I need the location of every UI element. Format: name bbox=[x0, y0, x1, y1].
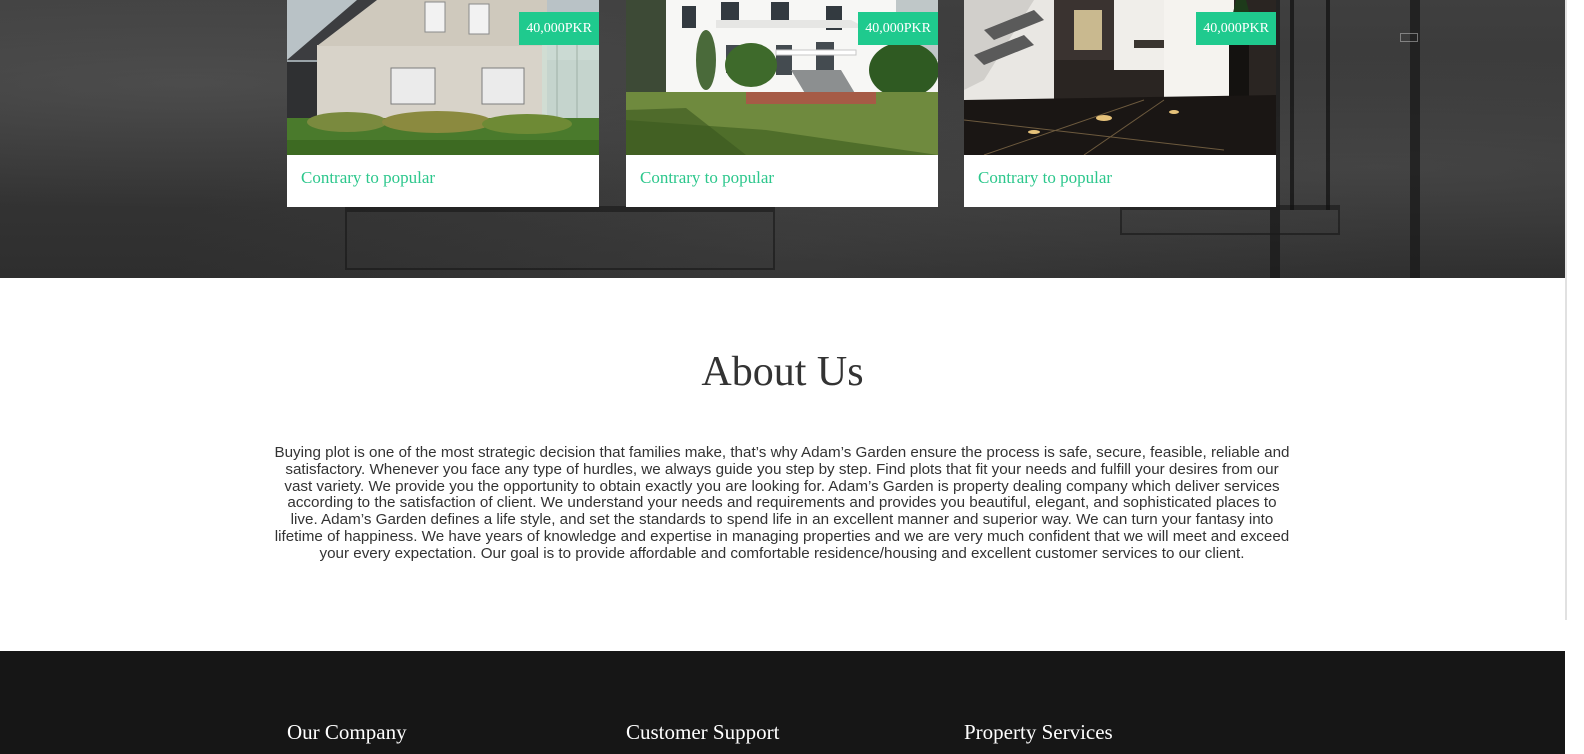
property-card[interactable]: 40,000PKR Contrary to popular bbox=[287, 0, 599, 207]
property-card[interactable]: 40,000PKR Contrary to popular bbox=[626, 0, 938, 207]
footer-heading-our-company: Our Company bbox=[287, 720, 407, 744]
property-title-link[interactable]: Contrary to popular bbox=[301, 168, 435, 188]
property-title-link[interactable]: Contrary to popular bbox=[978, 168, 1112, 188]
footer-heading-customer-support: Customer Support bbox=[626, 720, 780, 744]
background-window-bars bbox=[1290, 0, 1330, 210]
price-badge: 40,000PKR bbox=[1196, 12, 1276, 45]
background-wall-plate bbox=[1400, 33, 1418, 42]
background-window-sill bbox=[345, 206, 775, 270]
scrollbar-track-line bbox=[1565, 0, 1567, 620]
page-scrollbar[interactable] bbox=[1565, 0, 1584, 754]
about-title: About Us bbox=[701, 349, 864, 395]
price-badge: 40,000PKR bbox=[519, 12, 599, 45]
price-badge: 40,000PKR bbox=[858, 12, 938, 45]
site-footer: Our Company Customer Support Property Se… bbox=[0, 651, 1565, 754]
property-title-link[interactable]: Contrary to popular bbox=[640, 168, 774, 188]
property-card[interactable]: 40,000PKR Contrary to popular bbox=[964, 0, 1276, 207]
listings-section: 40,000PKR Contrary to popular 40,000PKR … bbox=[0, 0, 1565, 278]
about-paragraph: Buying plot is one of the most strategic… bbox=[274, 444, 1290, 562]
footer-heading-property-services: Property Services bbox=[964, 720, 1113, 744]
